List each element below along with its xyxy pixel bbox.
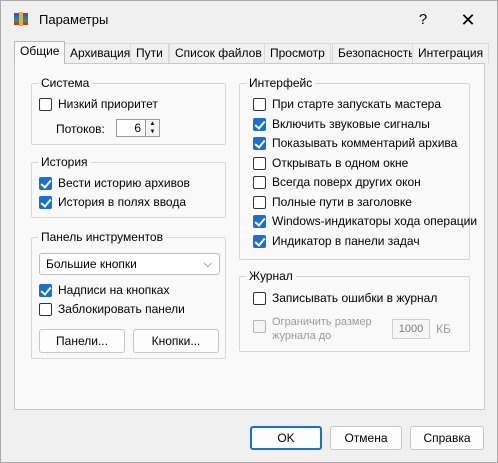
panels-button[interactable]: Панели... [39,329,125,353]
interface-item[interactable]: Полные пути в заголовке [253,193,412,211]
log-limit-input[interactable]: 1000 [392,319,430,339]
spin-down-icon[interactable]: ▼ [146,128,159,136]
button-captions-checkbox[interactable]: Надписи на кнопках [39,281,169,299]
input-history-label: История в полях ввода [58,195,187,209]
close-icon[interactable]: ✕ [453,7,483,33]
interface-item-label: Показывать комментарий архива [272,136,458,150]
interface-check-box[interactable] [253,214,266,228]
interface-item-label: При старте запускать мастера [272,97,442,111]
threads-label: Потоков: [56,122,105,136]
low-priority-label: Низкий приоритет [58,97,158,111]
log-group-title: Журнал [246,269,296,283]
interface-check-box[interactable] [253,195,266,209]
interface-check-box[interactable] [253,234,266,248]
window-title: Параметры [39,12,109,27]
toolbar-group-title: Панель инструментов [38,230,166,244]
write-errors-checkbox[interactable]: Записывать ошибки в журнал [253,289,437,307]
interface-check-box[interactable] [253,156,266,170]
interface-check-box[interactable] [253,175,266,189]
tab-file-list[interactable]: Список файлов [169,43,268,63]
interface-item[interactable]: Включить звуковые сигналы [253,115,430,133]
lock-panels-checkbox[interactable]: Заблокировать панели [39,300,185,318]
tab-security[interactable]: Безопасность [332,43,421,63]
interface-item[interactable]: При старте запускать мастера [253,95,441,113]
button-captions-check-box[interactable] [39,283,52,297]
button-captions-label: Надписи на кнопках [58,283,170,297]
help-icon[interactable]: ? [411,9,435,31]
chevron-down-icon: ⌵ [203,258,212,270]
title-bar: Параметры ? ✕ [1,1,497,39]
help-button[interactable]: Справка [410,426,484,450]
interface-check-box[interactable] [253,117,266,131]
interface-item[interactable]: Показывать комментарий архива [253,134,457,152]
write-errors-check-box[interactable] [253,291,266,305]
interface-item[interactable]: Открывать в одном окне [253,154,408,172]
cancel-button[interactable]: Отмена [330,426,402,450]
settings-dialog: Параметры ? ✕ Общие Архивация Пути Списо… [0,0,498,463]
threads-input[interactable]: 6 [116,119,146,137]
interface-item[interactable]: Всегда поверх других окон [253,173,421,191]
limit-size-label-line1: Ограничить размер [272,316,372,328]
interface-item-label: Открывать в одном окне [272,156,409,170]
interface-group-title: Интерфейс [246,76,316,90]
winrar-icon [14,12,28,26]
log-limit-unit: КБ [436,322,451,336]
lock-panels-label: Заблокировать панели [58,302,185,316]
interface-item-label: Включить звуковые сигналы [272,117,430,131]
tab-integration[interactable]: Интеграция [412,43,490,63]
interface-check-box[interactable] [253,136,266,150]
button-size-value: Большие кнопки [46,257,137,271]
archive-history-label: Вести историю архивов [58,176,190,190]
buttons-button[interactable]: Кнопки... [133,329,219,353]
limit-size-check-box[interactable] [253,320,266,333]
limit-size-label-line2: журнала до [272,330,332,342]
tab-archiving[interactable]: Архивация [64,43,137,63]
input-history-checkbox[interactable]: История в полях ввода [39,193,186,211]
tab-general[interactable]: Общие [14,41,66,64]
system-group: Система Низкий приоритет Потоков: 6 ▲ ▼ [31,76,226,145]
spin-up-icon[interactable]: ▲ [146,120,159,128]
interface-group: Интерфейс При старте запускать мастера В… [239,76,477,260]
system-group-title: Система [38,76,93,90]
lock-panels-check-box[interactable] [39,302,52,316]
tab-paths[interactable]: Пути [130,43,169,63]
threads-spinner[interactable]: 6 ▲ ▼ [116,119,160,137]
input-history-check-box[interactable] [39,195,52,209]
interface-item-label: Индикатор в панели задач [272,234,420,248]
log-group: Журнал Записывать ошибки в журнал Ограни… [239,269,470,352]
interface-item[interactable]: Windows-индикаторы хода операции [253,212,477,230]
low-priority-checkbox[interactable]: Низкий приоритет [39,95,158,113]
history-group-title: История [38,155,91,169]
interface-item[interactable]: Индикатор в панели задач [253,232,420,250]
history-group: История Вести историю архивов История в … [31,155,226,218]
button-size-select[interactable]: Большие кнопки ⌵ [39,253,220,275]
ok-button[interactable]: OK [250,426,322,450]
interface-item-label: Полные пути в заголовке [272,195,412,209]
interface-item-label: Всегда поверх других окон [272,175,421,189]
write-errors-label: Записывать ошибки в журнал [272,291,438,305]
archive-history-check-box[interactable] [39,176,52,190]
low-priority-check-box[interactable] [39,97,52,111]
interface-item-label: Windows-индикаторы хода операции [272,214,478,228]
general-tab-panel: Система Низкий приоритет Потоков: 6 ▲ ▼ … [14,63,485,410]
tab-viewer[interactable]: Просмотр [264,43,331,63]
interface-check-box[interactable] [253,97,266,111]
toolbar-group: Панель инструментов Большие кнопки ⌵ Над… [31,230,226,359]
archive-history-checkbox[interactable]: Вести историю архивов [39,174,190,192]
